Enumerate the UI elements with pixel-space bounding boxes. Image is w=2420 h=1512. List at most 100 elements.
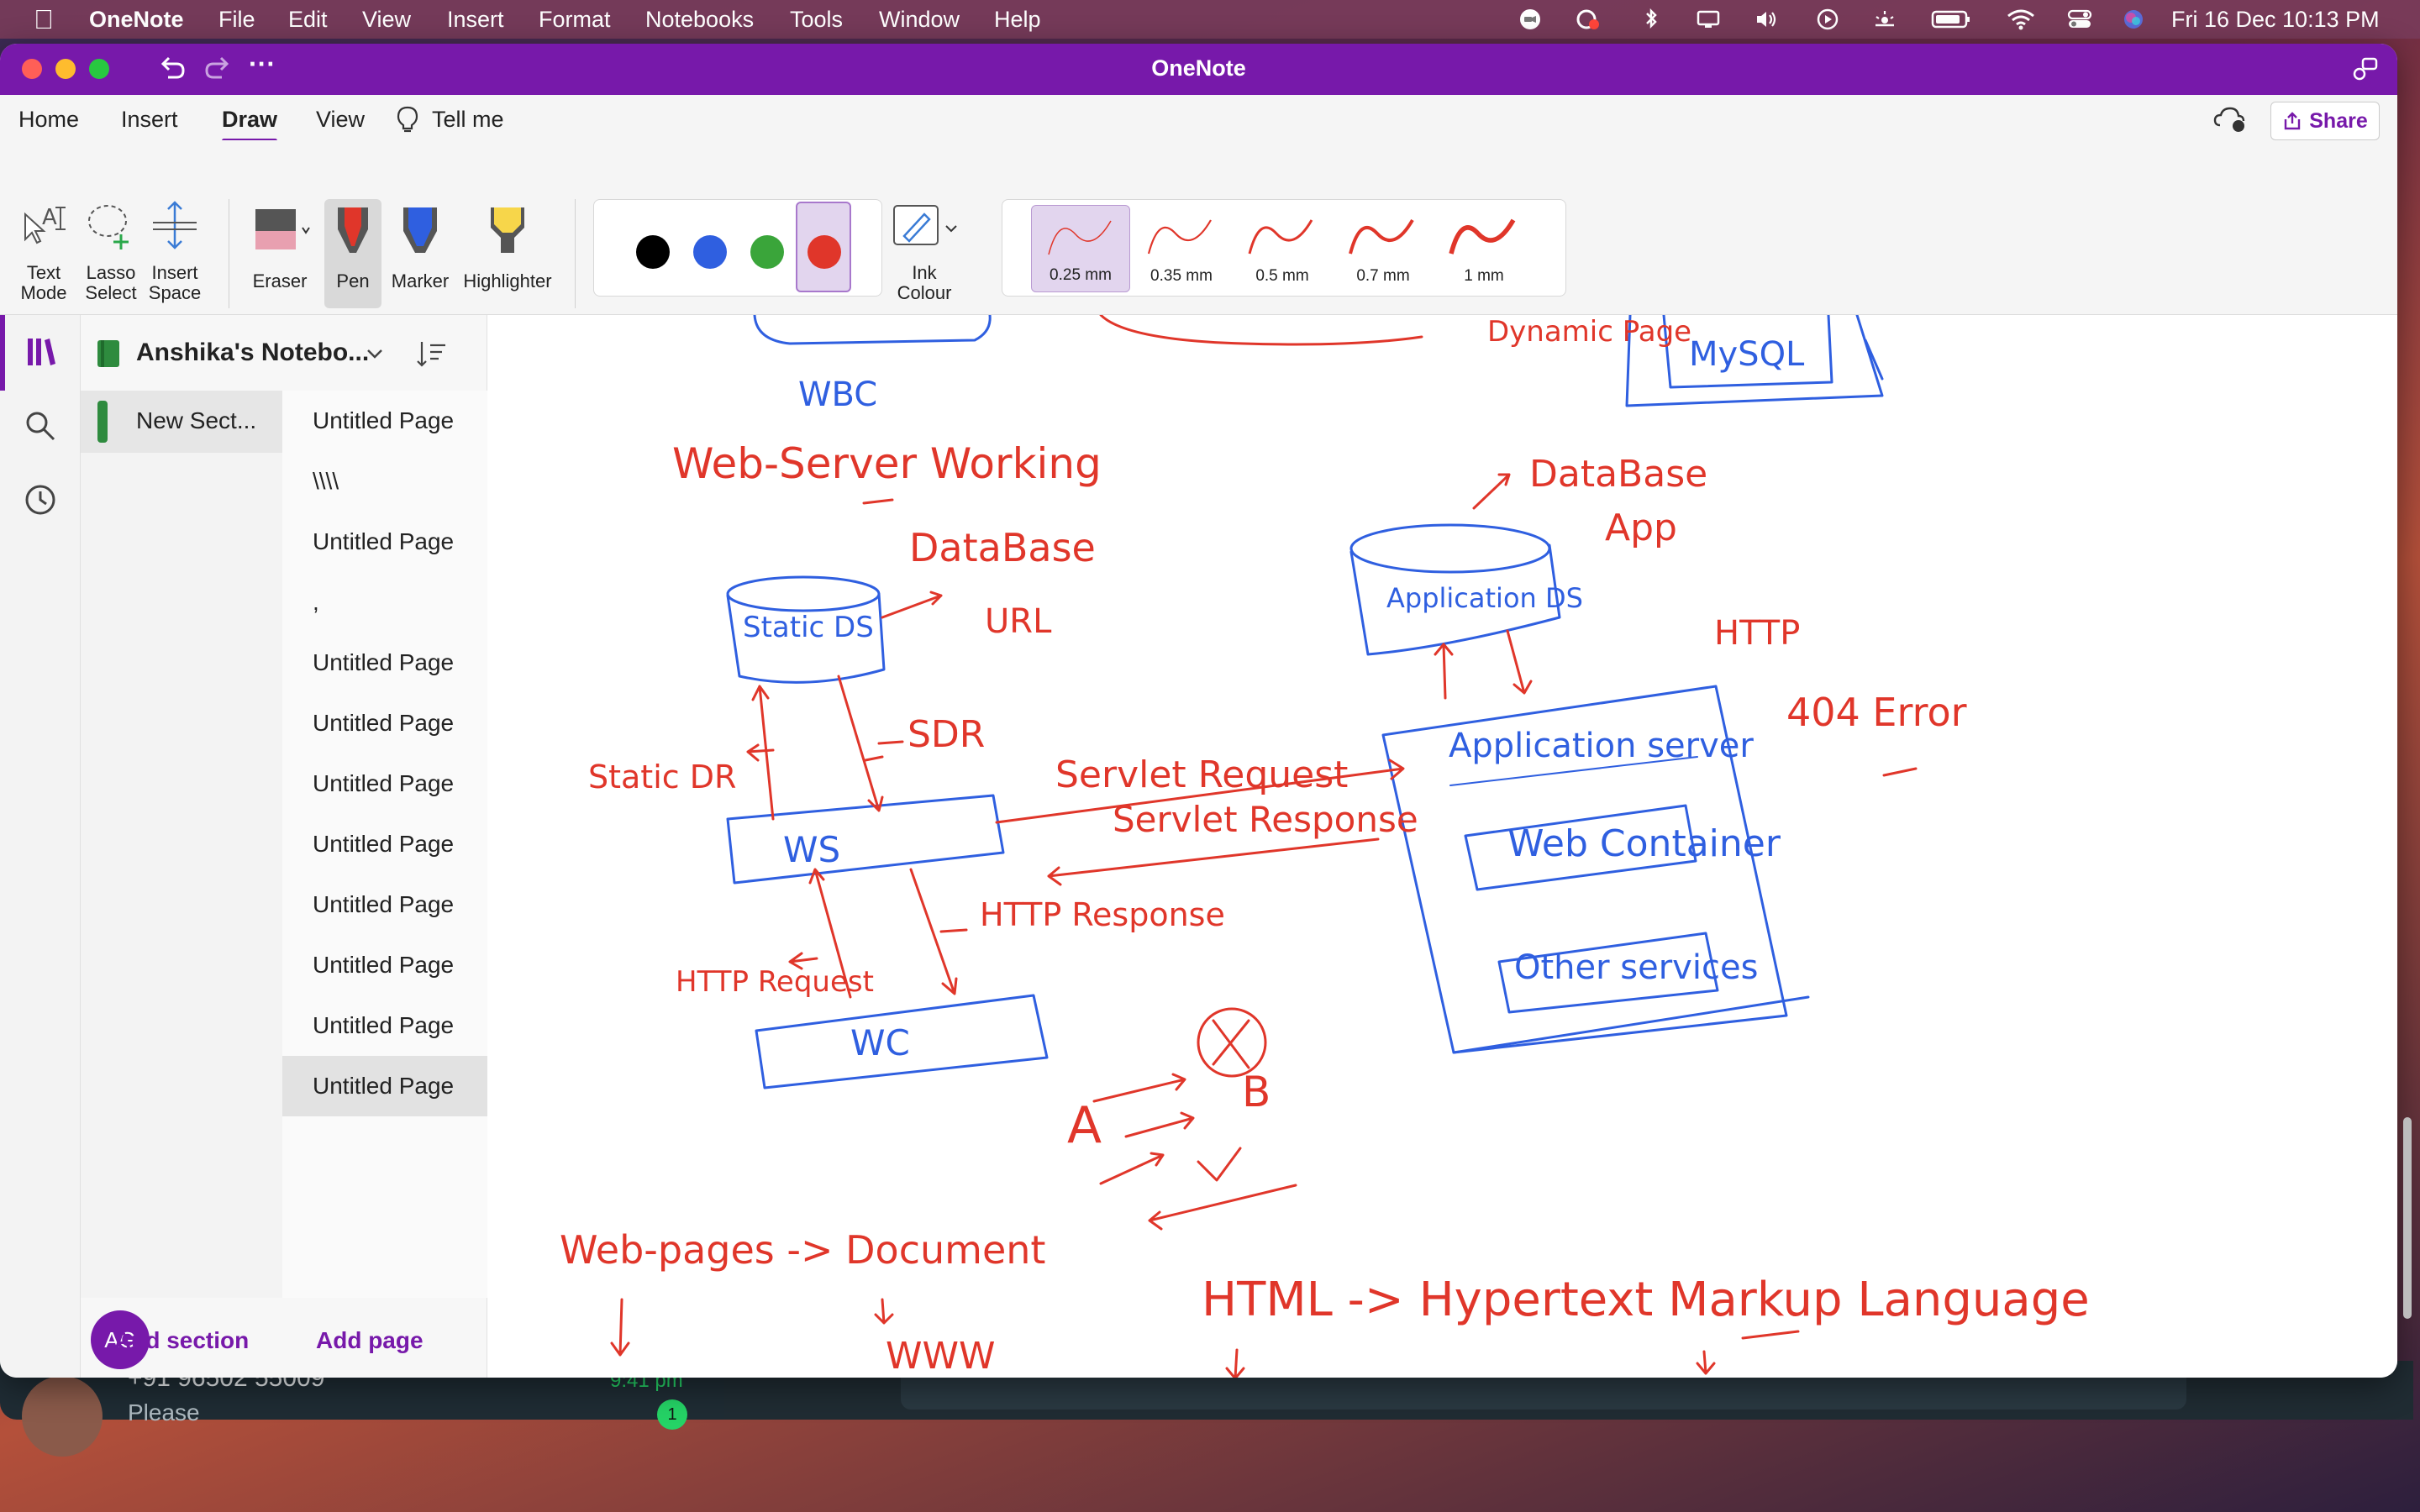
width-option-0-35mm[interactable]: 0.35 mm <box>1132 205 1231 292</box>
page-canvas[interactable]: WBC MySQL Dynamic Page Web-Server Workin… <box>487 315 2397 1378</box>
bluetooth-icon[interactable] <box>1639 8 1664 30</box>
page-item[interactable]: \\\\ <box>282 451 487 512</box>
tab-view[interactable]: View <box>316 107 365 133</box>
notebook-icon <box>97 340 119 367</box>
ink-a: A <box>1067 1096 1102 1155</box>
highlighter-icon <box>491 207 524 253</box>
insert-space-button[interactable]: Insert Space <box>141 199 208 308</box>
tab-insert[interactable]: Insert <box>121 107 178 133</box>
menubar-datetime[interactable]: Fri 16 Dec 10:13 PM <box>2171 7 2380 33</box>
insert-space-icon <box>153 201 197 249</box>
page-item[interactable]: Untitled Page <box>282 753 487 814</box>
text-mode-icon: A <box>24 205 66 244</box>
lasso-select-label: Lasso Select <box>85 262 137 303</box>
page-item[interactable]: Untitled Page <box>282 633 487 693</box>
wifi-icon[interactable] <box>2006 8 2036 30</box>
add-page-link[interactable]: Add page <box>316 1327 424 1354</box>
tell-me-search[interactable]: Tell me <box>432 107 504 133</box>
screen-record-icon[interactable] <box>1576 8 1601 30</box>
share-button[interactable]: Share <box>2270 102 2380 140</box>
play-icon[interactable] <box>1815 8 1840 30</box>
ink-colour-palette <box>593 199 882 297</box>
apple-icon[interactable]:  <box>34 4 54 35</box>
text-mode-button[interactable]: A Text Mode <box>10 199 77 308</box>
ink-ws: WS <box>783 829 841 870</box>
pen-button[interactable]: Pen <box>324 199 381 308</box>
chevron-down-icon[interactable] <box>365 345 385 362</box>
width-option-0-5mm[interactable]: 0.5 mm <box>1233 205 1332 292</box>
ink-web-pages: Web-pages -> Document <box>560 1227 1046 1273</box>
ink-mysql: MySQL <box>1689 335 1805 374</box>
highlighter-label: Highlighter <box>463 270 552 291</box>
sort-pages-icon[interactable] <box>415 337 449 370</box>
ink-servlet-request: Servlet Request <box>1055 753 1349 796</box>
zoom-icon[interactable] <box>1518 8 1543 30</box>
page-item[interactable]: Untitled Page <box>282 512 487 572</box>
volume-icon[interactable] <box>1754 8 1780 30</box>
page-item[interactable]: Untitled Page <box>282 693 487 753</box>
menu-file[interactable]: File <box>218 7 255 33</box>
ink-b: B <box>1242 1068 1271 1116</box>
eraser-button[interactable]: Eraser <box>242 199 318 308</box>
ink-database-top: DataBase <box>1529 453 1708 496</box>
ink-html: HTML -> Hypertext Markup Language <box>1202 1273 2090 1327</box>
ink-wc: WC <box>850 1022 910 1063</box>
page-item[interactable]: Untitled Page <box>282 995 487 1056</box>
ink-colour-button[interactable]: Ink Colour <box>891 199 966 308</box>
color-blue-swatch[interactable] <box>693 235 727 269</box>
notebooks-icon[interactable] <box>24 335 57 369</box>
menu-view[interactable]: View <box>362 7 411 33</box>
width-option-0-25mm[interactable]: 0.25 mm <box>1031 205 1130 292</box>
highlighter-button[interactable]: Highlighter <box>455 199 560 308</box>
menu-insert[interactable]: Insert <box>447 7 504 33</box>
search-icon[interactable] <box>24 409 57 443</box>
title-bar: ··· OneNote <box>0 44 2397 95</box>
notebook-header[interactable]: Anshika's Notebo... <box>81 315 487 391</box>
width-option-1mm[interactable]: 1 mm <box>1434 205 1534 292</box>
notebook-navigation: Anshika's Notebo... New Sect... Untitled… <box>81 315 487 1378</box>
notebook-name[interactable]: Anshika's Notebo... <box>136 339 369 367</box>
stroke-preview-icon <box>1248 219 1313 255</box>
rail-active-indicator <box>0 315 5 391</box>
menu-edit[interactable]: Edit <box>288 7 328 33</box>
width-option-0-7mm[interactable]: 0.7 mm <box>1334 205 1433 292</box>
canvas-scrollbar[interactable] <box>2403 1117 2412 1319</box>
color-black-swatch[interactable] <box>636 235 670 269</box>
recent-icon[interactable] <box>24 483 57 517</box>
page-item[interactable]: , <box>282 572 487 633</box>
tab-home[interactable]: Home <box>18 107 79 133</box>
siri-icon[interactable] <box>2121 8 2146 30</box>
ink-web-container: Web Container <box>1507 822 1781 865</box>
feedback-icon[interactable] <box>2349 54 2380 84</box>
page-item[interactable]: Untitled Page <box>282 814 487 874</box>
section-item[interactable]: New Sect... <box>81 391 282 453</box>
add-section-link[interactable]: Add section <box>114 1327 249 1354</box>
color-red-swatch[interactable] <box>808 235 841 269</box>
tab-draw[interactable]: Draw <box>222 107 278 143</box>
display-icon[interactable] <box>1696 8 1721 30</box>
menu-window[interactable]: Window <box>879 7 960 33</box>
page-item-selected[interactable]: Untitled Page <box>282 1056 487 1116</box>
ink-heading: Web-Server Working <box>672 439 1102 488</box>
ink-servlet-response: Servlet Response <box>1113 799 1418 840</box>
onenote-window: ··· OneNote Home Insert Draw View Tell m… <box>0 44 2397 1378</box>
page-item[interactable]: Untitled Page <box>282 391 487 451</box>
control-center-icon[interactable] <box>2067 8 2092 30</box>
sync-cloud-icon[interactable] <box>2213 105 2247 134</box>
ink-http-response: HTTP Response <box>980 896 1225 933</box>
menu-app-name[interactable]: OneNote <box>89 7 184 33</box>
menu-help[interactable]: Help <box>994 7 1041 33</box>
marker-label: Marker <box>391 270 450 291</box>
marker-button[interactable]: Marker <box>388 199 452 308</box>
pen-label: Pen <box>336 270 370 291</box>
contact-avatar[interactable] <box>22 1376 103 1457</box>
menu-tools[interactable]: Tools <box>790 7 843 33</box>
color-green-swatch[interactable] <box>750 235 784 269</box>
menu-notebooks[interactable]: Notebooks <box>645 7 754 33</box>
menu-format[interactable]: Format <box>539 7 611 33</box>
page-item[interactable]: Untitled Page <box>282 935 487 995</box>
page-item[interactable]: Untitled Page <box>282 874 487 935</box>
battery-icon[interactable] <box>1931 8 1971 30</box>
weather-icon[interactable] <box>1872 8 1897 30</box>
lasso-select-button[interactable]: Lasso Select <box>77 199 145 308</box>
